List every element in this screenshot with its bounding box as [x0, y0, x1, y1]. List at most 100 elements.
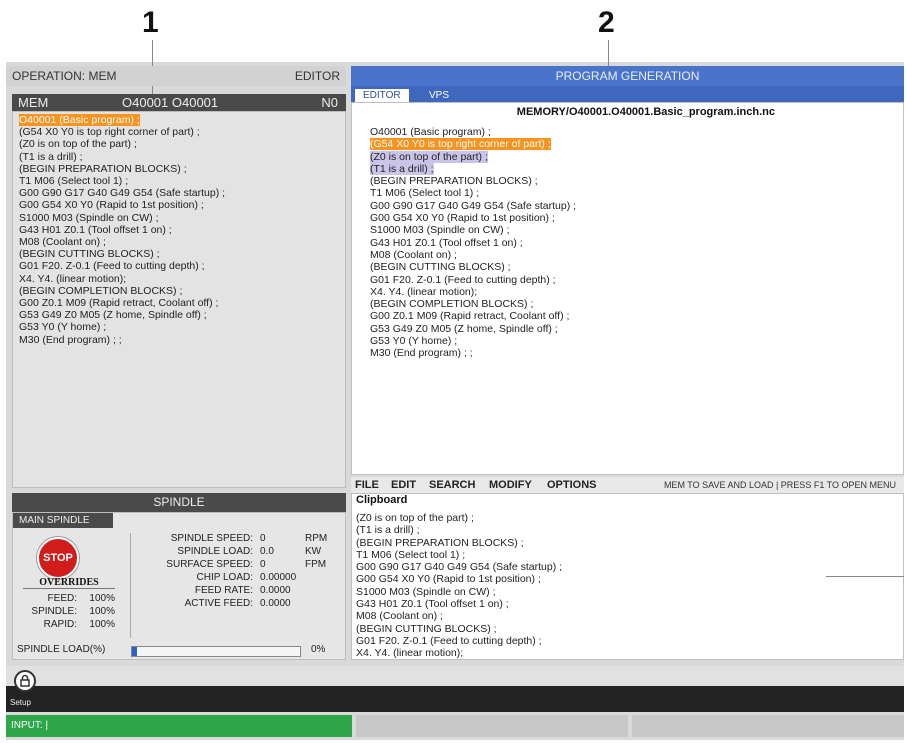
mem-label: MEM — [18, 95, 49, 110]
right-line[interactable]: G00 G90 G17 G40 G49 G54 (Safe startup) ; — [364, 200, 576, 212]
left-line[interactable]: G43 H01 Z0.1 (Tool offset 1 on) ; — [13, 224, 345, 236]
spindle-stat-value: 0.00000 — [260, 572, 297, 583]
right-line[interactable]: (BEGIN PREPARATION BLOCKS) ; — [364, 175, 576, 187]
clipboard-pane[interactable]: Clipboard (Z0 is on top of the part) ; (T… — [351, 493, 904, 660]
right-line[interactable]: G00 Z0.1 M09 (Rapid retract, Coolant off… — [364, 310, 576, 322]
spindle-load-value: 0% — [311, 644, 326, 655]
menu-options[interactable]: OPTIONS — [547, 479, 597, 491]
spindle-stat-label: FEED RATE: — [194, 585, 253, 596]
left-line[interactable]: (Z0 is on top of the part) ; — [13, 138, 345, 150]
tab-bar: EDITOR VPS — [351, 86, 904, 102]
menu-file[interactable]: FILE — [355, 479, 379, 491]
left-line[interactable]: M30 (End program) ; ; — [13, 334, 345, 346]
spindle-stat-unit: RPM — [305, 533, 328, 544]
clip-line[interactable]: (BEGIN PREPARATION BLOCKS) ; — [352, 537, 562, 549]
right-line[interactable]: (BEGIN COMPLETION BLOCKS) ; — [364, 298, 576, 310]
left-line[interactable]: (G54 X0 Y0 is top right corner of part) … — [13, 126, 345, 138]
menu-search[interactable]: SEARCH — [429, 479, 475, 491]
spindle-stat-label: SURFACE SPEED: — [166, 559, 253, 570]
divider — [130, 533, 131, 638]
status-box-1 — [356, 715, 628, 737]
clip-line[interactable]: X4. Y4. (linear motion); — [352, 647, 562, 659]
spindle-stat-label: SPINDLE LOAD: — [177, 546, 253, 557]
setup-label[interactable]: Setup — [10, 698, 31, 707]
spindle-stat-label: ACTIVE FEED: — [184, 598, 253, 609]
left-line[interactable]: G53 G49 Z0 M05 (Z home, Spindle off) ; — [13, 309, 345, 321]
spindle-stat-label: SPINDLE SPEED: — [170, 533, 253, 544]
operation-label: OPERATION: MEM — [12, 69, 117, 83]
clip-line[interactable]: G43 H01 Z0.1 (Tool offset 1 on) ; — [352, 598, 562, 610]
right-line[interactable]: O40001 (Basic program) ; — [364, 126, 576, 138]
right-line[interactable]: G53 G49 Z0 M05 (Z home, Spindle off) ; — [364, 323, 576, 335]
overrides-label: OVERRIDES — [23, 577, 115, 589]
program-editor[interactable]: MEMORY/O40001.O40001.Basic_program.inch.… — [351, 102, 904, 475]
left-line[interactable]: G01 F20. Z-0.1 (Feed to cutting depth) ; — [13, 260, 345, 272]
program-generation-header: PROGRAM GENERATION — [351, 66, 904, 86]
clip-line[interactable]: (BEGIN CUTTING BLOCKS) ; — [352, 623, 562, 635]
menu-edit[interactable]: EDIT — [391, 479, 416, 491]
left-line[interactable]: G53 Y0 (Y home) ; — [13, 321, 345, 333]
spindle-stat-unit: KW — [305, 546, 322, 557]
clip-line[interactable]: (T1 is a drill) ; — [352, 524, 562, 536]
spindle-stat-value: 0.0000 — [260, 598, 291, 609]
callout-1: 1 — [142, 6, 159, 39]
left-code-editor[interactable]: O40001 (Basic program) ; (G54 X0 Y0 is to… — [12, 111, 346, 488]
menu-modify[interactable]: MODIFY — [489, 479, 532, 491]
right-line[interactable]: S1000 M03 (Spindle on CW) ; — [364, 224, 576, 236]
clip-line[interactable]: (Z0 is on top of the part) ; — [352, 512, 562, 524]
left-line[interactable]: G00 G90 G17 G40 G49 G54 (Safe startup) ; — [13, 187, 345, 199]
tab-vps[interactable]: VPS — [421, 89, 457, 102]
mode-label: EDITOR — [294, 69, 340, 83]
tab-editor[interactable]: EDITOR — [355, 89, 409, 102]
stop-icon: STOP — [37, 537, 79, 579]
left-line[interactable]: M08 (Coolant on) ; — [13, 236, 345, 248]
clip-line[interactable]: G00 G54 X0 Y0 (Rapid to 1st position) ; — [352, 573, 562, 585]
right-line[interactable]: (T1 is a drill) ; — [364, 162, 576, 175]
input-field[interactable]: INPUT: | — [6, 715, 352, 737]
main-spindle-tab[interactable]: MAIN SPINDLE — [13, 513, 113, 528]
clip-line[interactable]: T1 M06 (Select tool 1) ; — [352, 549, 562, 561]
right-line[interactable]: (G54 X0 Y0 is top right corner of part) … — [364, 138, 576, 151]
left-line[interactable]: G00 Z0.1 M09 (Rapid retract, Coolant off… — [13, 297, 345, 309]
status-box-2 — [632, 715, 904, 737]
program-number: O40001 O40001 — [122, 95, 219, 110]
operation-bar: OPERATION: MEM EDITOR — [6, 66, 346, 86]
left-line[interactable]: (BEGIN PREPARATION BLOCKS) ; — [13, 163, 345, 175]
right-line[interactable]: M08 (Coolant on) ; — [364, 249, 576, 261]
spindle-stat-unit: FPM — [305, 559, 327, 570]
right-line[interactable]: T1 M06 (Select tool 1) ; — [364, 187, 576, 199]
spindle-stat-value: 0.0000 — [260, 585, 291, 596]
clip-line[interactable]: S1000 M03 (Spindle on CW) ; — [352, 586, 562, 598]
callout-3-line — [826, 576, 904, 577]
left-line[interactable]: S1000 M03 (Spindle on CW) ; — [13, 212, 345, 224]
right-line[interactable]: G00 G54 X0 Y0 (Rapid to 1st position) ; — [364, 212, 576, 224]
left-line[interactable]: G00 G54 X0 Y0 (Rapid to 1st position) ; — [13, 199, 345, 211]
spindle-stat-value: 0 — [260, 533, 266, 544]
spindle-stat-value: 0.0 — [260, 546, 274, 557]
function-bar — [6, 686, 904, 712]
left-line[interactable]: (T1 is a drill) ; — [13, 151, 345, 163]
left-line[interactable]: (BEGIN COMPLETION BLOCKS) ; — [13, 285, 345, 297]
line-number: N0 — [321, 95, 338, 110]
right-line[interactable]: (Z0 is on top of the part) ; — [364, 150, 576, 163]
right-line[interactable]: G53 Y0 (Y home) ; — [364, 335, 576, 347]
spindle-stat-value: 0 — [260, 559, 266, 570]
clip-line[interactable]: G00 G90 G17 G40 G49 G54 (Safe startup) ; — [352, 561, 562, 573]
right-line[interactable]: X4. Y4. (linear motion); — [364, 286, 576, 298]
spindle-panel: MAIN SPINDLE STOP OVERRIDES FEED: 100% S… — [12, 512, 346, 660]
lock-icon[interactable] — [14, 670, 36, 692]
left-line[interactable]: T1 M06 (Select tool 1) ; — [13, 175, 345, 187]
right-line[interactable]: M30 (End program) ; ; — [364, 347, 576, 359]
right-line[interactable]: G01 F20. Z-0.1 (Feed to cutting depth) ; — [364, 274, 576, 286]
left-line[interactable]: O40001 (Basic program) ; — [13, 114, 345, 126]
left-line[interactable]: (BEGIN CUTTING BLOCKS) ; — [13, 248, 345, 260]
clip-line[interactable]: M08 (Coolant on) ; — [352, 610, 562, 622]
menu-hint: MEM TO SAVE AND LOAD | PRESS F1 TO OPEN … — [663, 480, 896, 490]
clip-line[interactable]: G01 F20. Z-0.1 (Feed to cutting depth) ; — [352, 635, 562, 647]
left-line[interactable]: X4. Y4. (linear motion); — [13, 273, 345, 285]
spindle-load-bar — [131, 646, 301, 657]
right-line[interactable]: (BEGIN CUTTING BLOCKS) ; — [364, 261, 576, 273]
spindle-load-label: SPINDLE LOAD(%) — [17, 644, 106, 655]
callout-2: 2 — [598, 6, 615, 39]
right-line[interactable]: G43 H01 Z0.1 (Tool offset 1 on) ; — [364, 237, 576, 249]
